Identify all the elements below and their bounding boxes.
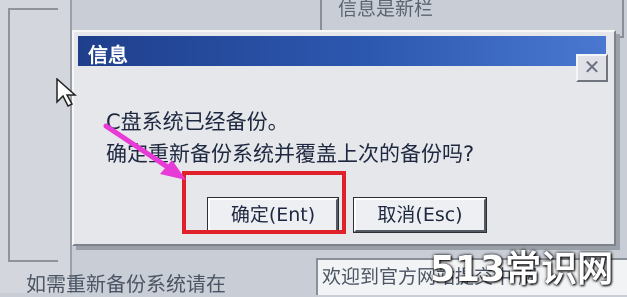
site-watermark: 513常识网 <box>430 249 614 290</box>
mouse-cursor-icon <box>56 78 77 108</box>
